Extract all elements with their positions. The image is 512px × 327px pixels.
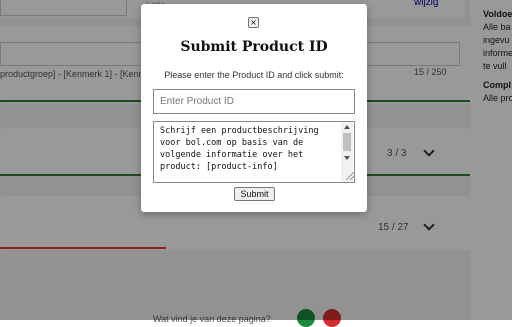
dialog-title: Submit Product ID	[180, 39, 328, 55]
submit-product-id-dialog: × Submit Product ID Please enter the Pro…	[141, 4, 367, 212]
scroll-up-arrow-icon[interactable]	[344, 125, 350, 129]
prompt-textarea[interactable]: Schrijf een productbeschrijving voor bol…	[153, 121, 355, 183]
scroll-down-arrow-icon[interactable]	[344, 156, 350, 160]
close-button[interactable]: ×	[248, 17, 259, 28]
product-id-input[interactable]	[153, 89, 355, 114]
dialog-instruction: Please enter the Product ID and click su…	[164, 70, 344, 80]
resize-grip-icon[interactable]	[346, 172, 354, 180]
submit-button[interactable]: Submit	[234, 187, 275, 201]
scroll-thumb[interactable]	[343, 133, 351, 151]
